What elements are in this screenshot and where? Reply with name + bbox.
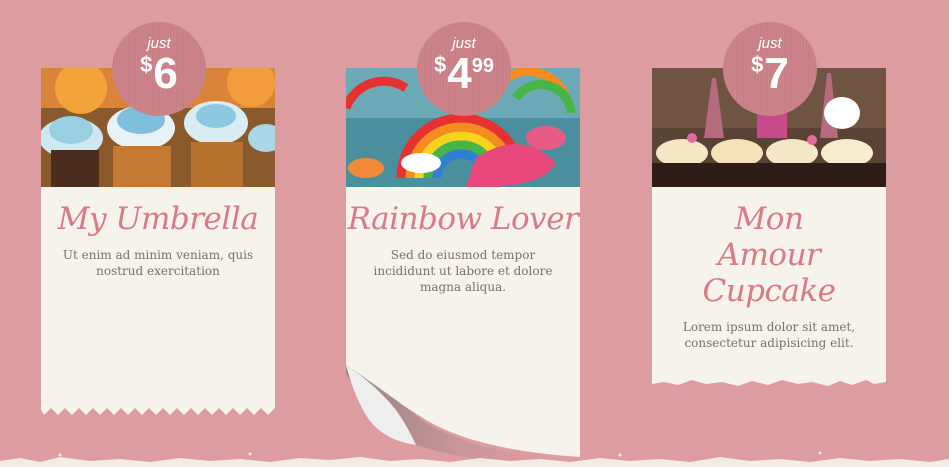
price-badge-3: just $7 bbox=[723, 22, 817, 116]
card-description: Lorem ipsum dolor sit amet, consectetur … bbox=[682, 320, 856, 350]
product-card-2[interactable]: Rainbow Lover Sed do eiusmod tempor inci… bbox=[346, 68, 580, 465]
card-title: Mon Amour Cupcake bbox=[702, 201, 836, 309]
currency-symbol: $ bbox=[751, 52, 764, 77]
currency-symbol: $ bbox=[140, 52, 153, 77]
currency-symbol: $ bbox=[434, 52, 447, 77]
price-cents: 99 bbox=[471, 55, 494, 77]
price-amount: $6 bbox=[112, 50, 206, 98]
price-amount: $499 bbox=[417, 50, 511, 98]
price-whole: 7 bbox=[764, 49, 789, 98]
card-title: Rainbow Lover bbox=[347, 201, 579, 237]
price-whole: 6 bbox=[153, 49, 178, 98]
product-card-1[interactable]: My Umbrella Ut enim ad minim veniam, qui… bbox=[41, 68, 275, 415]
price-amount: $7 bbox=[723, 50, 817, 98]
card-description: Sed do eiusmod tempor incididunt ut labo… bbox=[373, 248, 553, 294]
price-badge-1: just $6 bbox=[112, 22, 206, 116]
zigzag-edge bbox=[41, 406, 275, 415]
price-whole: 4 bbox=[447, 49, 472, 98]
torn-edge bbox=[652, 374, 886, 386]
card-title: My Umbrella bbox=[57, 201, 259, 237]
card-description: Ut enim ad minim veniam, quis nostrud ex… bbox=[62, 248, 254, 278]
price-badge-2: just $499 bbox=[417, 22, 511, 116]
ragged-bottom-border bbox=[0, 451, 949, 467]
